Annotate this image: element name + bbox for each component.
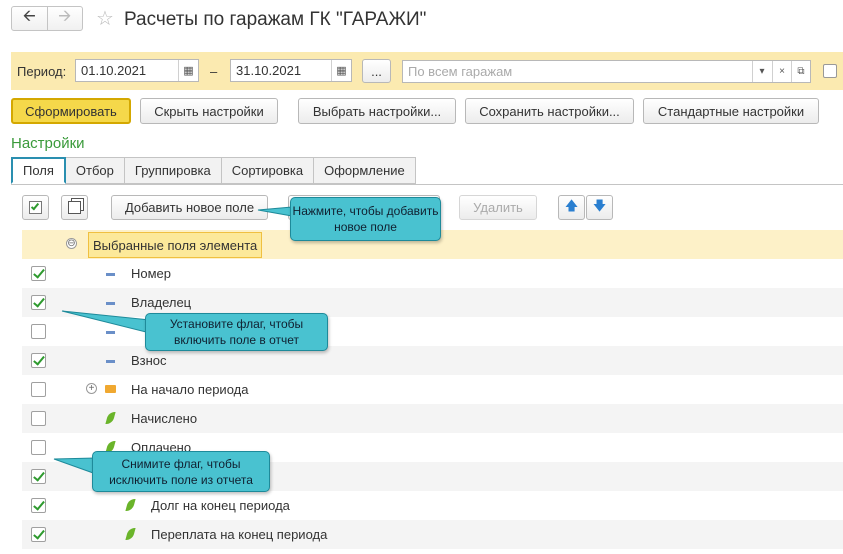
arrow-down-icon: 🡇 xyxy=(592,197,607,213)
callout-uncheck-field: Снимите флаг, чтобы исключить поле из от… xyxy=(92,451,270,492)
copy-button[interactable] xyxy=(61,195,88,220)
check-all-button[interactable] xyxy=(22,195,49,220)
tab-sorting[interactable]: Сортировка xyxy=(221,157,315,184)
default-settings-button[interactable]: Стандартные настройки xyxy=(643,98,819,124)
field-checkbox[interactable] xyxy=(31,382,46,397)
field-icon xyxy=(106,302,115,305)
field-icon xyxy=(106,360,115,363)
hide-settings-button[interactable]: Скрыть настройки xyxy=(140,98,278,124)
field-label: Номер xyxy=(131,266,172,281)
tree-root-label: Выбранные поля элемента xyxy=(88,232,263,258)
clear-icon[interactable]: × xyxy=(772,61,791,82)
date-separator: – xyxy=(210,64,218,79)
arrow-up-icon: 🡅 xyxy=(564,197,579,213)
tab-fields[interactable]: Поля xyxy=(11,157,66,184)
field-icon xyxy=(106,273,115,276)
period-choose-button[interactable]: ... xyxy=(362,59,391,83)
resource-icon xyxy=(105,412,116,424)
expand-icon[interactable]: + xyxy=(86,383,97,394)
field-checkbox[interactable] xyxy=(31,469,46,484)
field-checkbox[interactable] xyxy=(31,440,46,455)
navigation-buttons: 🡨 🡪 xyxy=(11,6,83,31)
save-settings-button[interactable]: Сохранить настройки... xyxy=(465,98,634,124)
date-from-field[interactable]: 01.10.2021 ▦ xyxy=(75,59,199,82)
tab-grouping[interactable]: Группировка xyxy=(124,157,222,184)
add-field-button[interactable]: Добавить новое поле xyxy=(111,195,268,220)
tree-row[interactable]: Владелец xyxy=(22,288,843,317)
arrow-right-icon: 🡪 xyxy=(58,8,72,25)
tree-row[interactable]: Переплата на конец периода xyxy=(22,520,843,549)
tree-row[interactable]: Долг на конец периода xyxy=(22,491,843,520)
choose-settings-button[interactable]: Выбрать настройки... xyxy=(298,98,456,124)
field-label: Взнос xyxy=(131,353,167,368)
back-button[interactable]: 🡨 xyxy=(12,7,48,30)
field-label: Начислено xyxy=(131,411,198,426)
calendar-icon[interactable]: ▦ xyxy=(178,60,198,81)
period-checkbox[interactable] xyxy=(823,64,837,78)
calendar-icon[interactable]: ▦ xyxy=(331,60,351,81)
field-label: Переплата на конец периода xyxy=(151,527,328,542)
resource-icon xyxy=(125,528,136,540)
field-checkbox[interactable] xyxy=(31,498,46,513)
chevron-down-icon[interactable]: ▾ xyxy=(752,61,771,82)
garage-select[interactable]: По всем гаражам ▾ × ⧉ xyxy=(402,60,811,83)
open-icon[interactable]: ⧉ xyxy=(791,61,810,82)
delete-button[interactable]: Удалить xyxy=(459,195,537,220)
field-checkbox[interactable] xyxy=(31,295,46,310)
tree-row[interactable]: Взнос xyxy=(22,346,843,375)
generate-button[interactable]: Сформировать xyxy=(11,98,131,124)
folder-icon xyxy=(105,385,116,393)
settings-title: Настройки xyxy=(11,135,85,152)
field-checkbox[interactable] xyxy=(31,324,46,339)
collapse-icon[interactable]: ⊖ xyxy=(66,238,77,249)
forward-button[interactable]: 🡪 xyxy=(48,7,83,30)
date-to-field[interactable]: 31.10.2021 ▦ xyxy=(230,59,352,82)
field-label: На начало периода xyxy=(131,382,249,397)
move-up-button[interactable]: 🡅 xyxy=(558,195,585,220)
period-label: Период: xyxy=(17,64,67,79)
check-all-icon xyxy=(29,201,42,214)
date-to-value: 31.10.2021 xyxy=(236,63,302,78)
callout-add-field: Нажмите, чтобы добавить новое поле xyxy=(290,197,441,241)
field-label: Долг на конец периода xyxy=(151,498,290,513)
tree-row[interactable]: + На начало периода xyxy=(22,375,843,404)
star-icon[interactable]: ☆ xyxy=(96,6,114,31)
field-checkbox[interactable] xyxy=(31,527,46,542)
garage-select-placeholder: По всем гаражам xyxy=(408,64,513,79)
resource-icon xyxy=(125,499,136,511)
tree-row[interactable]: Начислено xyxy=(22,404,843,433)
tree-row[interactable]: Номер xyxy=(22,259,843,288)
period-bar: Период: 01.10.2021 ▦ – 31.10.2021 ▦ ... … xyxy=(11,52,843,90)
page-title: Расчеты по гаражам ГК "ГАРАЖИ" xyxy=(124,9,427,30)
field-checkbox[interactable] xyxy=(31,411,46,426)
field-icon xyxy=(106,331,115,334)
copy-icon xyxy=(68,201,81,214)
callout-check-field: Установите флаг, чтобы включить поле в о… xyxy=(145,313,328,351)
tab-formatting[interactable]: Оформление xyxy=(314,157,416,184)
date-from-value: 01.10.2021 xyxy=(81,63,147,78)
field-checkbox[interactable] xyxy=(31,266,46,281)
arrow-left-icon: 🡨 xyxy=(22,8,36,25)
field-checkbox[interactable] xyxy=(31,353,46,368)
tab-filter[interactable]: Отбор xyxy=(65,157,125,184)
move-down-button[interactable]: 🡇 xyxy=(586,195,613,220)
field-label: Владелец xyxy=(131,295,192,310)
settings-tabs: Поля Отбор Группировка Сортировка Оформл… xyxy=(11,157,416,184)
